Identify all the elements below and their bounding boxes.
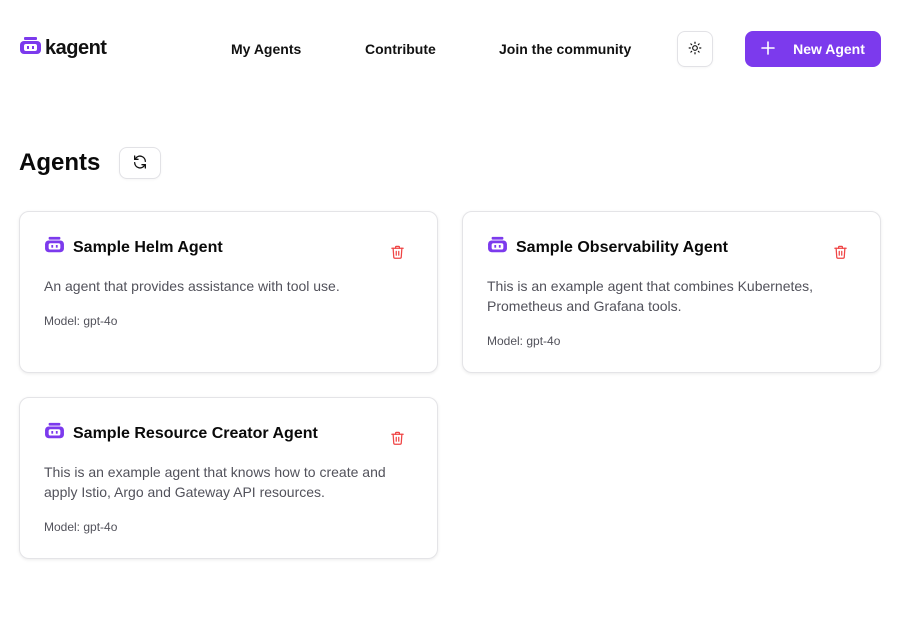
agent-description: This is an example agent that combines K… bbox=[487, 278, 814, 314]
kagent-logo[interactable]: kagent bbox=[19, 35, 107, 61]
logo-text: kagent bbox=[45, 37, 107, 59]
agent-model: Model: gpt-4o bbox=[44, 314, 118, 328]
agent-name: Sample Resource Creator Agent bbox=[73, 424, 318, 442]
delete-agent-button[interactable] bbox=[388, 243, 406, 263]
trash-icon bbox=[833, 244, 848, 263]
agent-model: Model: gpt-4o bbox=[44, 520, 118, 534]
agent-card[interactable]: Sample Resource Creator Agent This is an… bbox=[19, 397, 438, 559]
nav-join-community[interactable]: Join the community bbox=[499, 41, 631, 57]
trash-icon bbox=[390, 430, 405, 449]
plus-icon bbox=[761, 40, 775, 58]
agent-card[interactable]: Sample Observability Agent This is an ex… bbox=[462, 211, 881, 373]
nav-contribute[interactable]: Contribute bbox=[365, 41, 436, 57]
theme-toggle-button[interactable] bbox=[677, 31, 713, 67]
robot-icon bbox=[487, 236, 508, 259]
agent-description: This is an example agent that knows how … bbox=[44, 464, 386, 500]
agent-name: Sample Helm Agent bbox=[73, 238, 223, 256]
agent-card-header: Sample Observability Agent bbox=[487, 236, 728, 259]
agent-model: Model: gpt-4o bbox=[487, 334, 561, 348]
nav-my-agents[interactable]: My Agents bbox=[231, 41, 301, 57]
delete-agent-button[interactable] bbox=[388, 429, 406, 449]
delete-agent-button[interactable] bbox=[831, 243, 849, 263]
sun-icon bbox=[688, 41, 702, 58]
agent-description: An agent that provides assistance with t… bbox=[44, 278, 340, 294]
agent-card-header: Sample Resource Creator Agent bbox=[44, 422, 318, 445]
refresh-icon bbox=[132, 154, 148, 173]
trash-icon bbox=[390, 244, 405, 263]
robot-icon bbox=[44, 422, 65, 445]
robot-logo-icon bbox=[19, 36, 42, 61]
top-navbar: kagent My Agents Contribute Join the com… bbox=[0, 0, 901, 96]
agent-name: Sample Observability Agent bbox=[516, 238, 728, 256]
new-agent-button[interactable]: New Agent bbox=[745, 31, 881, 67]
agent-card-header: Sample Helm Agent bbox=[44, 236, 223, 259]
robot-icon bbox=[44, 236, 65, 259]
page-title: Agents bbox=[19, 149, 101, 176]
new-agent-label: New Agent bbox=[793, 41, 865, 57]
refresh-button[interactable] bbox=[119, 147, 161, 179]
agent-card[interactable]: Sample Helm Agent An agent that provides… bbox=[19, 211, 438, 373]
